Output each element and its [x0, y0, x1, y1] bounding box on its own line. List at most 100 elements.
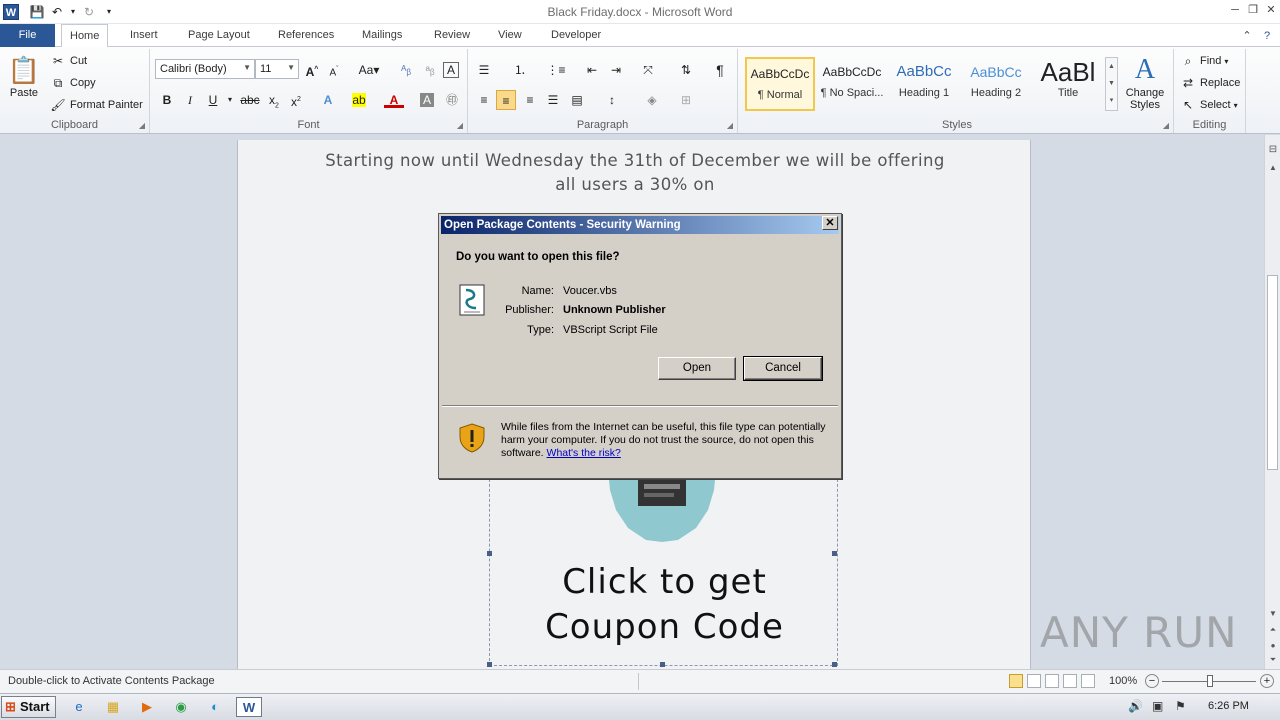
- network-icon[interactable]: ▣: [1152, 699, 1163, 713]
- shading-icon[interactable]: ◈: [642, 90, 662, 110]
- bullets-icon[interactable]: ☰: [474, 60, 494, 80]
- justify-icon[interactable]: ☰: [543, 90, 563, 110]
- scroll-down-icon[interactable]: ▼: [1266, 607, 1280, 621]
- taskbar-clock[interactable]: 6:26 PM: [1208, 700, 1249, 712]
- zoom-out-icon[interactable]: −: [1145, 674, 1159, 688]
- ie-taskbar-icon[interactable]: e: [68, 697, 90, 717]
- dialog-close-button[interactable]: ✕: [822, 216, 838, 230]
- volume-icon[interactable]: 🔊: [1128, 699, 1143, 713]
- character-border-icon[interactable]: A: [443, 62, 459, 78]
- cancel-button[interactable]: Cancel: [743, 356, 823, 381]
- ribbon-minimize-icon[interactable]: ⌃: [1238, 28, 1256, 44]
- print-layout-view-icon[interactable]: [1009, 674, 1023, 688]
- zoom-level[interactable]: 100%: [1109, 675, 1137, 687]
- resize-handle[interactable]: [487, 662, 492, 667]
- tab-view[interactable]: View: [490, 24, 530, 47]
- strikethrough-icon[interactable]: abc: [238, 90, 262, 110]
- show-formatting-marks-icon[interactable]: ¶: [710, 60, 730, 80]
- line-spacing-icon[interactable]: ↕: [602, 90, 622, 110]
- tab-page-layout[interactable]: Page Layout: [180, 24, 258, 47]
- next-page-icon[interactable]: ⏷: [1266, 653, 1280, 667]
- change-styles-button[interactable]: A Change Styles: [1121, 53, 1169, 111]
- subscript-icon[interactable]: x2: [264, 90, 284, 110]
- numbering-icon[interactable]: ⒈: [510, 60, 530, 80]
- distributed-icon[interactable]: ▤: [567, 90, 587, 110]
- grow-font-icon[interactable]: A^: [302, 60, 322, 80]
- select-button[interactable]: ↖ Select ▾: [1180, 98, 1238, 112]
- font-launcher-icon[interactable]: ◢: [457, 121, 463, 130]
- tab-home[interactable]: Home: [61, 24, 109, 48]
- find-button[interactable]: ⌕ Find ▾: [1180, 54, 1229, 68]
- superscript-icon[interactable]: x2: [286, 90, 306, 110]
- vertical-scrollbar[interactable]: ⊟ ▲ ▼ ⏶ ● ⏷: [1264, 135, 1280, 669]
- tab-developer[interactable]: Developer: [543, 24, 609, 47]
- tab-review[interactable]: Review: [426, 24, 478, 47]
- ruler-toggle-icon[interactable]: ⊟: [1266, 143, 1280, 157]
- sort-icon[interactable]: ⇅: [676, 60, 696, 80]
- tab-file[interactable]: File: [0, 24, 55, 47]
- open-button[interactable]: Open: [658, 357, 736, 380]
- style-no-spacing[interactable]: AaBbCcDc ¶ No Spaci...: [817, 57, 887, 111]
- tab-references[interactable]: References: [270, 24, 342, 47]
- draft-view-icon[interactable]: [1081, 674, 1095, 688]
- increase-indent-icon[interactable]: ⇥: [606, 60, 626, 80]
- copy-button[interactable]: ⧉ Copy: [50, 76, 96, 90]
- font-size-select[interactable]: 11 ▼: [255, 59, 299, 79]
- start-button[interactable]: ⊞ Start: [1, 696, 56, 718]
- italic-icon[interactable]: I: [180, 90, 200, 110]
- select-browse-object-icon[interactable]: ●: [1266, 639, 1280, 653]
- style-normal[interactable]: AaBbCcDc ¶ Normal: [745, 57, 815, 111]
- resize-handle[interactable]: [660, 662, 665, 667]
- web-layout-icon[interactable]: [1045, 674, 1059, 688]
- previous-page-icon[interactable]: ⏶: [1266, 623, 1280, 637]
- scrollbar-thumb[interactable]: [1267, 275, 1278, 470]
- restore-button[interactable]: ❐: [1244, 2, 1262, 18]
- style-heading-2[interactable]: AaBbCc Heading 2: [961, 57, 1031, 111]
- tab-mailings[interactable]: Mailings: [354, 24, 410, 47]
- styles-scroll[interactable]: ▲ ▼ ▾: [1105, 57, 1118, 111]
- tab-insert[interactable]: Insert: [122, 24, 166, 47]
- word-taskbar-icon[interactable]: W: [236, 697, 262, 717]
- clear-formatting-icon[interactable]: ᴬᵦ: [396, 60, 416, 80]
- replace-button[interactable]: ⇄ Replace: [1180, 76, 1240, 90]
- edge-taskbar-icon[interactable]: ◐: [204, 697, 226, 717]
- minimize-button[interactable]: ─: [1226, 2, 1244, 18]
- zoom-slider-thumb[interactable]: [1207, 675, 1213, 687]
- asian-layout-icon[interactable]: ⤧: [638, 60, 658, 80]
- font-color-icon[interactable]: A: [384, 90, 404, 108]
- borders-icon[interactable]: ⊞: [676, 90, 696, 110]
- style-heading-1[interactable]: AaBbCc Heading 1: [889, 57, 959, 111]
- media-player-taskbar-icon[interactable]: ▶: [136, 697, 158, 717]
- character-shading-icon[interactable]: A: [420, 93, 434, 107]
- clipboard-launcher-icon[interactable]: ◢: [139, 121, 145, 130]
- styles-launcher-icon[interactable]: ◢: [1163, 121, 1169, 130]
- explorer-taskbar-icon[interactable]: ▦: [102, 697, 124, 717]
- enclose-characters-icon[interactable]: ㊞: [442, 90, 462, 110]
- scroll-up-icon[interactable]: ▲: [1266, 161, 1280, 175]
- change-case-icon[interactable]: Aa▾: [355, 60, 383, 80]
- font-family-select[interactable]: Calibri (Body) ▼: [155, 59, 255, 79]
- align-center-icon[interactable]: ≡: [496, 90, 516, 110]
- cut-button[interactable]: ✂ Cut: [50, 54, 87, 68]
- close-window-button[interactable]: ✕: [1262, 2, 1280, 18]
- highlight-color-icon[interactable]: ab: [349, 90, 369, 110]
- text-effects-icon[interactable]: A: [318, 90, 338, 110]
- multilevel-list-icon[interactable]: ⋮≡: [546, 60, 566, 80]
- format-painter-button[interactable]: 🖌 Format Painter: [50, 98, 142, 112]
- outline-view-icon[interactable]: [1063, 674, 1077, 688]
- help-icon[interactable]: ?: [1258, 28, 1276, 44]
- shrink-font-icon[interactable]: Aˇ: [324, 60, 344, 80]
- align-right-icon[interactable]: ≡: [520, 90, 540, 110]
- style-title[interactable]: AaBl Title: [1033, 57, 1103, 111]
- package-object[interactable]: Click to get Coupon Code: [487, 469, 838, 667]
- whats-the-risk-link[interactable]: What's the risk?: [547, 447, 621, 459]
- resize-handle[interactable]: [487, 551, 492, 556]
- align-left-icon[interactable]: ≡: [474, 90, 494, 110]
- zoom-in-icon[interactable]: +: [1260, 674, 1274, 688]
- resize-handle[interactable]: [832, 662, 837, 667]
- underline-dropdown-icon[interactable]: ▾: [220, 90, 240, 110]
- full-screen-reading-icon[interactable]: [1027, 674, 1041, 688]
- phonetic-guide-icon[interactable]: ᵃᵦ: [420, 60, 440, 80]
- paragraph-launcher-icon[interactable]: ◢: [727, 121, 733, 130]
- paste-button[interactable]: 📋 Paste: [6, 53, 42, 99]
